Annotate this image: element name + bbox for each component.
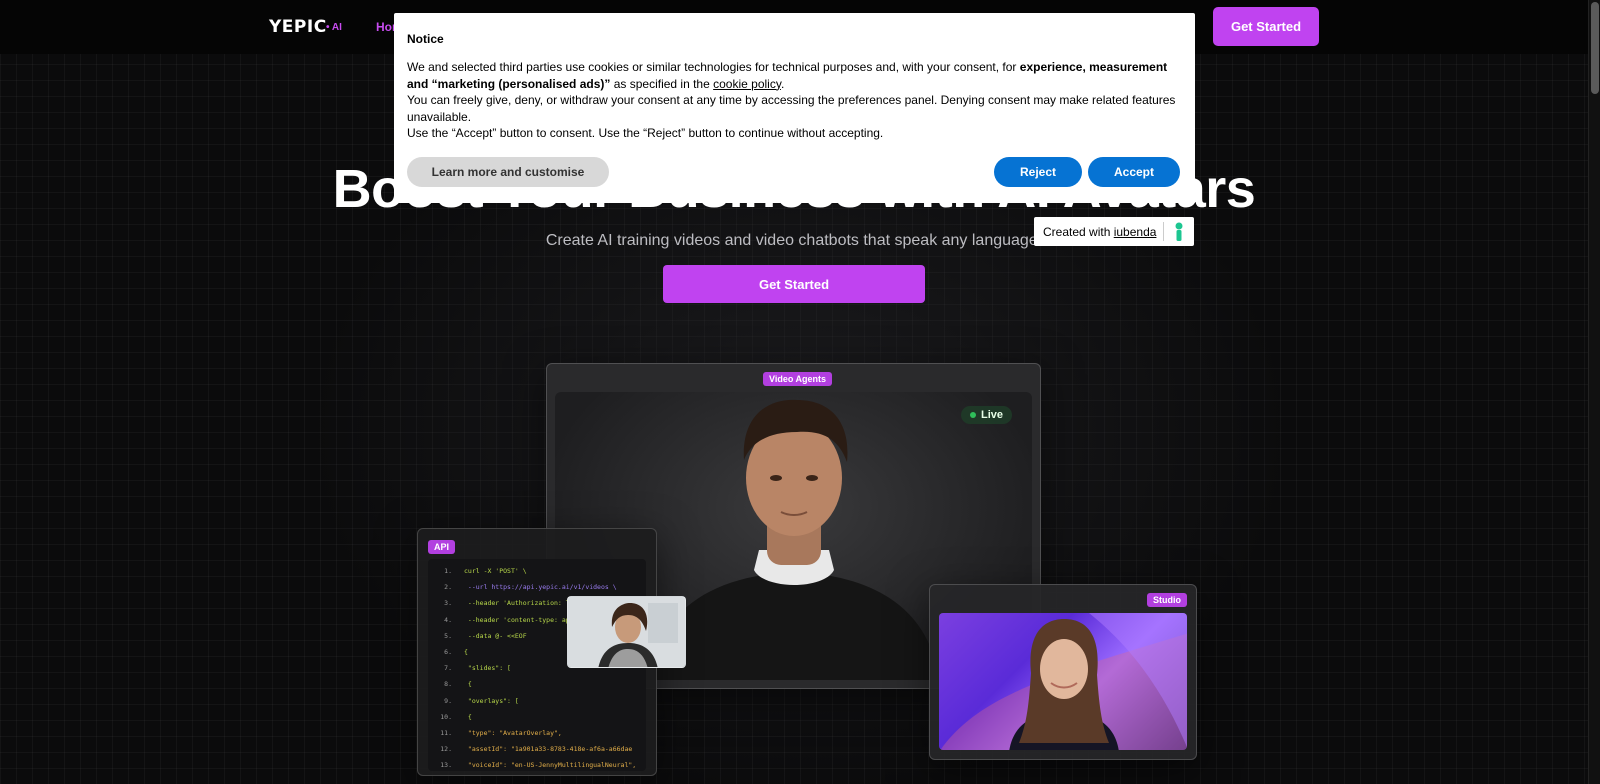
video-agents-tag: Video Agents: [763, 372, 833, 386]
code-line-number: 9.: [444, 696, 452, 705]
api-tag: API: [428, 540, 456, 554]
code-line-number: 1.: [444, 567, 452, 575]
code-line-text: curl -X 'POST' \: [464, 567, 527, 575]
code-line-text: "voiceId": "en-US-JennyMultilingualNeura…: [464, 761, 637, 770]
code-line: 9. "overlays": [: [434, 693, 640, 709]
code-line-text: {: [464, 680, 472, 689]
notice-paragraph-2: You can freely give, deny, or withdraw y…: [407, 93, 1176, 124]
code-line-number: 7.: [444, 664, 452, 673]
code-line-number: 8.: [444, 680, 452, 689]
studio-card: Studio: [929, 584, 1197, 760]
notice-body: We and selected third parties use cookie…: [407, 59, 1185, 142]
code-line: 13. "voiceId": "en-US-JennyMultilingualN…: [434, 757, 640, 771]
iubenda-logo-icon: [1175, 222, 1183, 241]
scrollbar-thumb[interactable]: [1591, 2, 1599, 94]
logo-ai-suffix: • AI: [326, 22, 342, 33]
code-line-text: {: [464, 648, 468, 657]
iubenda-divider: [1163, 222, 1164, 241]
reject-button[interactable]: Reject: [994, 157, 1082, 187]
accept-button[interactable]: Accept: [1088, 157, 1180, 187]
code-line: 11. "type": "AvatarOverlay",: [434, 725, 640, 741]
studio-tag: Studio: [1147, 593, 1187, 607]
iubenda-link[interactable]: iubenda: [1114, 225, 1157, 239]
page-scrollbar[interactable]: [1588, 0, 1600, 784]
code-line: 1. curl -X 'POST' \: [434, 563, 640, 579]
avatar-woman-thumbnail-image: [568, 597, 685, 667]
code-line-text: "overlays": [: [464, 696, 519, 705]
learn-more-button[interactable]: Learn more and customise: [407, 157, 609, 187]
notice-title: Notice: [407, 32, 444, 46]
code-line-number: 4.: [444, 615, 452, 624]
live-badge: Live: [960, 406, 1012, 424]
code-line-text: --data @- <<EOF: [464, 631, 527, 640]
code-line: 2. --url https://api.yepic.ai/v1/videos …: [434, 579, 640, 595]
cookie-notice-dialog: Notice We and selected third parties use…: [394, 13, 1195, 203]
code-line-number: 2.: [444, 583, 452, 592]
code-line-number: 11.: [440, 729, 452, 738]
user-webcam-thumbnail: [567, 596, 686, 668]
code-line: 10. {: [434, 709, 640, 725]
avatar-woman-studio-image: [940, 613, 1187, 750]
code-line: 8. {: [434, 676, 640, 692]
code-line-text: "assetId": "1a901a33-8783-418e-af6a-a66d…: [464, 745, 633, 754]
code-line-text: "type": "AvatarOverlay",: [464, 729, 562, 738]
code-line-number: 12.: [440, 745, 452, 754]
code-line: 12. "assetId": "1a901a33-8783-418e-af6a-…: [434, 741, 640, 757]
code-line-number: 5.: [444, 631, 452, 640]
hero-get-started-button[interactable]: Get Started: [663, 265, 925, 303]
studio-preview: [939, 613, 1187, 750]
cookie-policy-link[interactable]: cookie policy: [713, 77, 781, 91]
iubenda-text: Created with iubenda: [1043, 225, 1157, 239]
code-line-number: 10.: [440, 712, 452, 721]
code-line-text: --url https://api.yepic.ai/v1/videos \: [464, 583, 617, 592]
logo[interactable]: YEPIC: [269, 17, 327, 37]
hero-subtitle: Create AI training videos and video chat…: [545, 232, 1043, 249]
code-line-number: 3.: [444, 599, 452, 608]
notice-paragraph-1: We and selected third parties use cookie…: [407, 60, 1168, 91]
notice-paragraph-3: Use the “Accept” button to consent. Use …: [407, 126, 884, 140]
code-line-number: 13.: [440, 761, 452, 770]
nav-get-started-button[interactable]: Get Started: [1213, 7, 1319, 46]
code-line-number: 6.: [444, 648, 452, 657]
code-line-text: "slides": [: [464, 664, 511, 673]
code-line-text: {: [464, 712, 472, 721]
iubenda-badge[interactable]: Created with iubenda: [1034, 217, 1194, 246]
